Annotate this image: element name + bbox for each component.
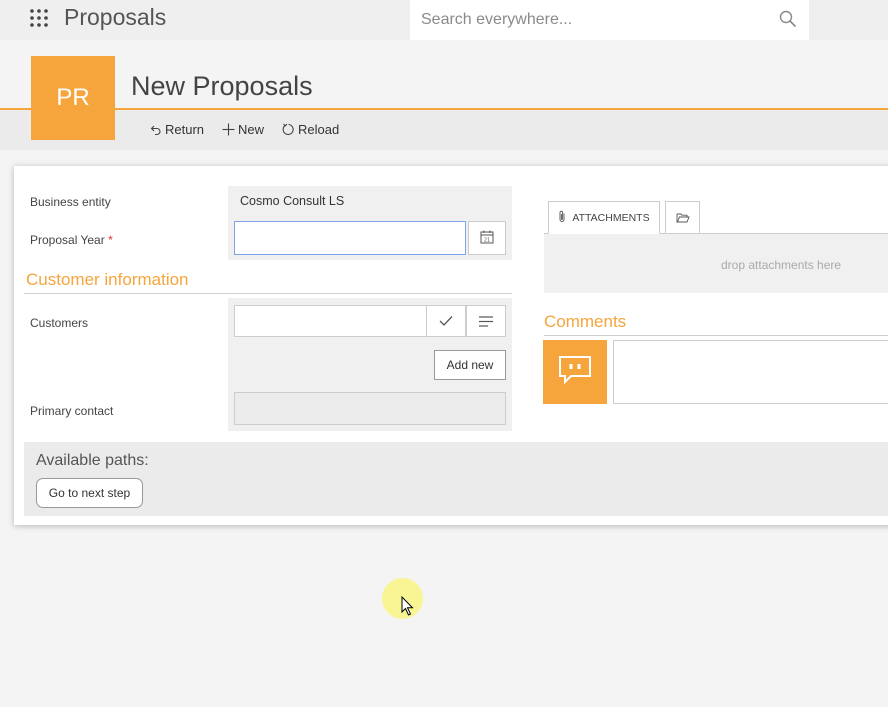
proposal-year-input[interactable] [234, 221, 466, 255]
proposal-year-label: Proposal Year * [30, 233, 113, 247]
paperclip-icon [558, 210, 566, 226]
proposal-year-label-text: Proposal Year [30, 233, 105, 247]
search-input[interactable] [410, 0, 770, 40]
new-button[interactable]: New [222, 122, 264, 137]
date-picker-button[interactable]: 21 [468, 221, 506, 255]
search-icon[interactable] [779, 10, 797, 32]
business-entity-value: Cosmo Consult LS [240, 194, 345, 208]
confirm-customer-button[interactable] [426, 305, 466, 337]
app-launcher-icon[interactable] [29, 8, 49, 28]
return-label: Return [165, 122, 205, 137]
mouse-cursor-icon [401, 595, 414, 620]
plus-icon [222, 123, 235, 136]
entity-tile: PR [31, 56, 115, 140]
reload-icon [282, 123, 295, 136]
return-button[interactable]: Return [150, 122, 204, 137]
return-icon [150, 124, 162, 136]
page-header: PR New Proposals Return New Reload [0, 40, 888, 150]
available-paths-label: Available paths: [36, 452, 149, 469]
comment-avatar [543, 340, 607, 404]
toolbar: Return New Reload [150, 122, 339, 137]
tab-attachments-label: ATTACHMENTS [572, 211, 650, 224]
drop-zone-hint: drop attachments here [721, 258, 842, 272]
comments-title: Comments [544, 312, 627, 331]
folder-open-icon [676, 208, 690, 227]
toolbar-band [0, 110, 888, 150]
go-to-next-step-button[interactable]: Go to next step [36, 478, 143, 508]
reload-label: Reload [298, 122, 340, 137]
available-paths-panel: Available paths: Go to next step [24, 442, 888, 516]
primary-contact-label: Primary contact [30, 404, 114, 418]
business-entity-label: Business entity [30, 195, 111, 209]
required-mark: * [108, 233, 113, 247]
list-icon [479, 312, 493, 331]
primary-contact-field [234, 392, 506, 425]
comment-bubble-icon [557, 355, 593, 389]
global-search [410, 0, 809, 40]
add-new-customer-button[interactable]: Add new [434, 350, 506, 380]
customers-input[interactable] [234, 305, 427, 337]
header-accent-line [0, 108, 888, 110]
app-title: Proposals [64, 4, 167, 30]
checkmark-icon [439, 312, 453, 331]
tab-attachments[interactable]: ATTACHMENTS [548, 201, 660, 234]
customers-label: Customers [30, 316, 89, 330]
customer-section-title: Customer information [26, 270, 189, 289]
customer-list-button[interactable] [466, 305, 506, 337]
new-label: New [238, 122, 265, 137]
calendar-icon: 21 [480, 229, 494, 248]
customer-section-divider [24, 293, 512, 294]
proposal-form-card: Business entity Cosmo Consult LS Proposa… [14, 166, 888, 525]
page-title: New Proposals [131, 71, 313, 101]
tab-folder[interactable] [665, 201, 700, 234]
comments-divider [544, 335, 888, 336]
svg-text:21: 21 [484, 237, 490, 243]
comment-textarea[interactable] [613, 340, 888, 404]
top-bar: Proposals [0, 0, 888, 40]
reload-button[interactable]: Reload [282, 122, 339, 137]
